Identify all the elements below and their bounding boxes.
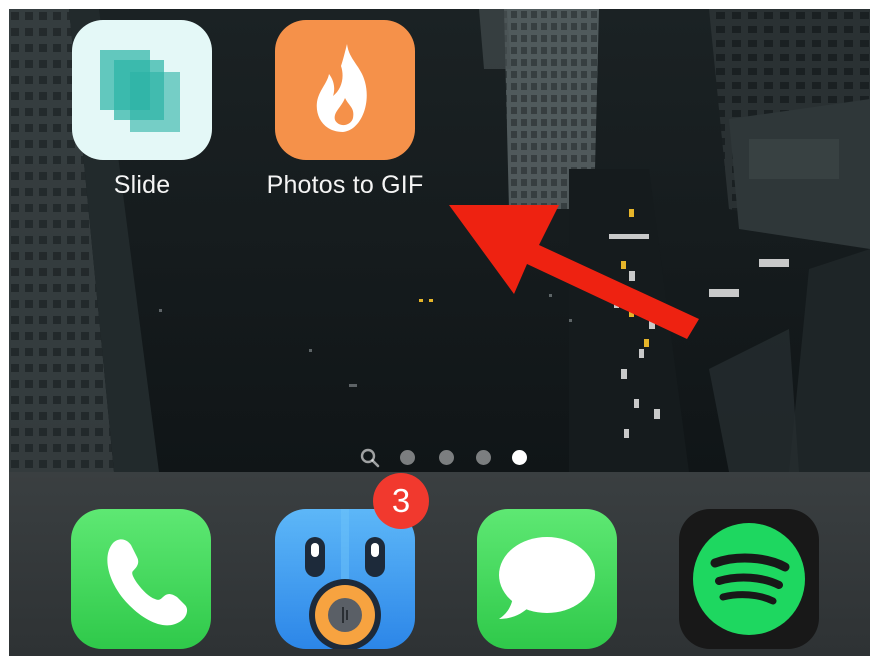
notification-badge: 3 bbox=[373, 473, 429, 529]
phone-app-icon[interactable] bbox=[71, 509, 211, 649]
page-dot[interactable] bbox=[400, 450, 415, 465]
phone-icon bbox=[107, 539, 188, 626]
spotify-icon bbox=[693, 523, 805, 635]
stacked-squares-icon bbox=[100, 50, 180, 132]
page-dot-current[interactable] bbox=[512, 450, 527, 465]
photos-to-gif-app-icon[interactable] bbox=[275, 20, 415, 160]
page-indicator[interactable] bbox=[359, 447, 539, 468]
app-label-photos-to-gif: Photos to GIF bbox=[266, 171, 424, 199]
tweetbot-app-icon[interactable] bbox=[275, 509, 415, 649]
slide-app-icon[interactable] bbox=[72, 20, 212, 160]
dock bbox=[9, 472, 870, 656]
home-screen: Slide Photos to GIF bbox=[9, 9, 870, 656]
speech-bubble-icon bbox=[499, 537, 595, 619]
search-icon bbox=[360, 448, 380, 468]
tweetbot-icon bbox=[305, 509, 385, 649]
messages-app-icon[interactable] bbox=[477, 509, 617, 649]
spotify-app-icon[interactable] bbox=[679, 509, 819, 649]
page-dot[interactable] bbox=[476, 450, 491, 465]
page-dot[interactable] bbox=[439, 450, 454, 465]
flame-icon bbox=[316, 44, 367, 132]
